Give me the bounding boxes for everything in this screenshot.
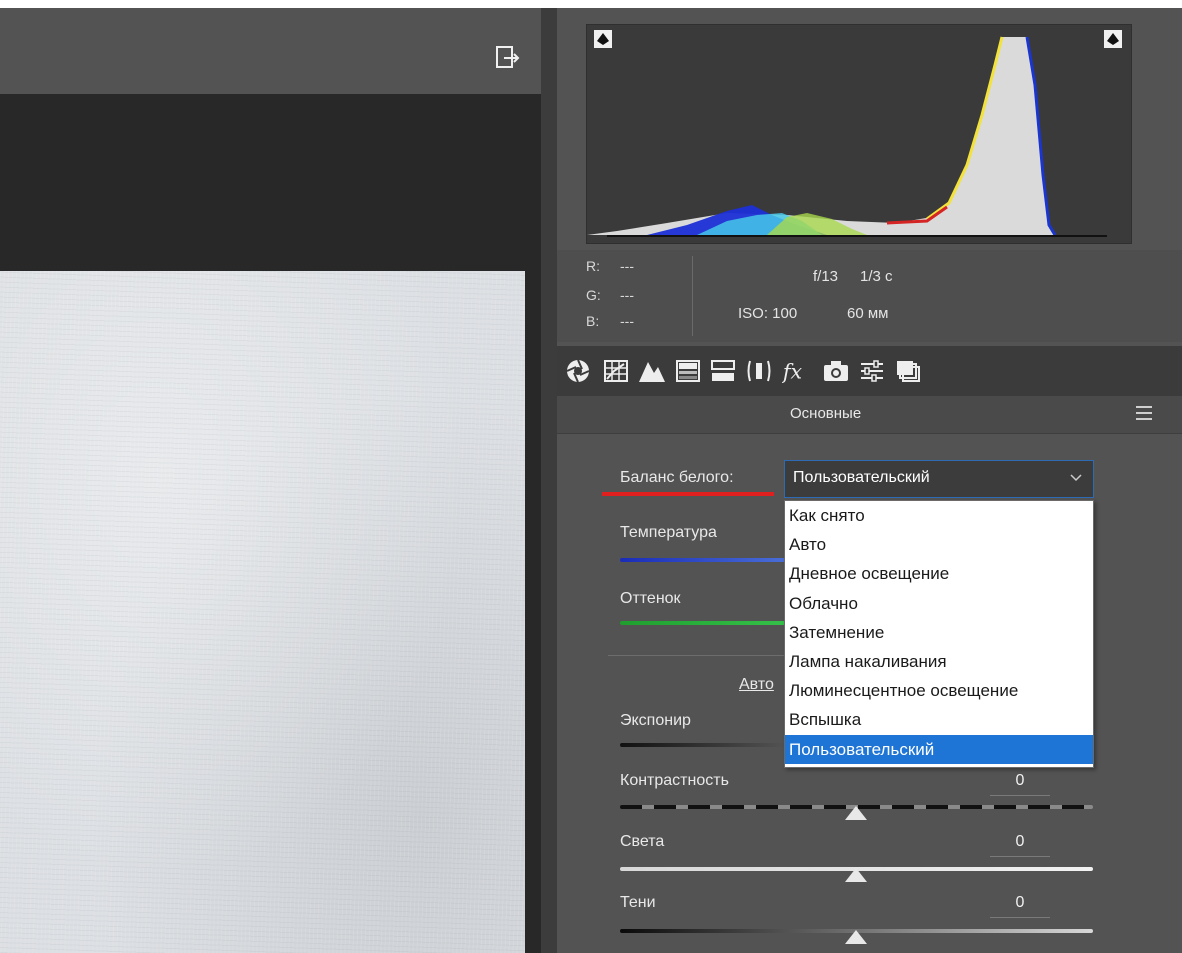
white-balance-select[interactable]: Пользовательский: [784, 460, 1094, 498]
wb-option-custom[interactable]: Пользовательский: [785, 734, 1093, 764]
shutter-value: 1/3 с: [860, 268, 893, 285]
preview-toolbar: [0, 8, 541, 94]
preview-image[interactable]: [0, 271, 525, 953]
white-balance-dropdown: Как снято Авто Дневное освещение Облачно…: [784, 500, 1094, 768]
aperture-icon[interactable]: [564, 356, 592, 386]
wb-option-cloudy[interactable]: Облачно: [785, 589, 1093, 618]
contrast-value[interactable]: 0: [990, 772, 1050, 796]
detail-icon[interactable]: [745, 356, 773, 386]
shadow-clipping-icon[interactable]: [594, 30, 612, 48]
sliders-icon[interactable]: [858, 356, 886, 386]
raw-editor-window: R: --- G: --- B: --- f/13 1/3 с ISO: 100 60…: [0, 0, 1182, 953]
highlights-value[interactable]: 0: [990, 833, 1050, 857]
white-balance-label: Баланс белого:: [620, 469, 734, 486]
contrast-thumb[interactable]: [845, 806, 867, 820]
tint-label: Оттенок: [620, 590, 681, 607]
shadows-label: Тени: [620, 894, 656, 911]
temperature-label: Температура: [620, 524, 717, 541]
section-title: Основные: [790, 405, 862, 422]
export-icon[interactable]: [490, 40, 526, 76]
mountain-icon[interactable]: [638, 356, 666, 386]
highlights-thumb[interactable]: [845, 868, 867, 882]
highlight-clipping-icon[interactable]: [1104, 30, 1122, 48]
grid-icon[interactable]: [602, 356, 630, 386]
wb-option-shade[interactable]: Затемнение: [785, 618, 1093, 647]
split-toning-icon[interactable]: [709, 356, 737, 386]
layers-icon[interactable]: [894, 356, 922, 386]
wb-option-fluorescent[interactable]: Люминесцентное освещение: [785, 676, 1093, 705]
exif-info: [557, 250, 1182, 342]
wb-option-as-shot[interactable]: Как снято: [785, 501, 1093, 530]
wb-option-daylight[interactable]: Дневное освещение: [785, 559, 1093, 588]
fx-icon[interactable]: fx: [782, 356, 810, 386]
focal-length-value: 60 мм: [847, 305, 889, 322]
iso-value: ISO: 100: [738, 305, 798, 322]
white-balance-selected: Пользовательский: [793, 469, 930, 486]
svg-text:fx: fx: [782, 359, 803, 383]
rgb-readout-r: R: ---: [586, 258, 634, 274]
camera-icon[interactable]: [822, 356, 850, 386]
tint-slider[interactable]: [620, 621, 790, 625]
gradient-icon[interactable]: [674, 356, 702, 386]
wb-option-tungsten[interactable]: Лампа накаливания: [785, 647, 1093, 676]
highlights-label: Света: [620, 833, 665, 850]
exposure-label: Экспонир: [620, 712, 691, 729]
section-header: [557, 396, 1182, 434]
rgb-readout-g: G: ---: [586, 287, 634, 303]
shadows-value[interactable]: 0: [990, 894, 1050, 918]
white-balance-underline: [602, 492, 774, 496]
chevron-down-icon: [1070, 474, 1082, 482]
exif-divider: [692, 256, 693, 336]
wb-option-auto[interactable]: Авто: [785, 530, 1093, 559]
panel-menu-icon[interactable]: [1136, 406, 1152, 420]
wb-option-flash[interactable]: Вспышка: [785, 705, 1093, 734]
exposure-slider[interactable]: [620, 743, 790, 747]
contrast-label: Контрастность: [620, 772, 729, 789]
panel-divider[interactable]: [541, 8, 557, 953]
temperature-slider[interactable]: [620, 558, 790, 562]
shadows-thumb[interactable]: [845, 930, 867, 944]
aperture-value: f/13: [813, 268, 839, 285]
histogram: [586, 24, 1132, 244]
rgb-readout-b: B: ---: [586, 313, 634, 329]
auto-link[interactable]: Авто: [739, 676, 774, 694]
